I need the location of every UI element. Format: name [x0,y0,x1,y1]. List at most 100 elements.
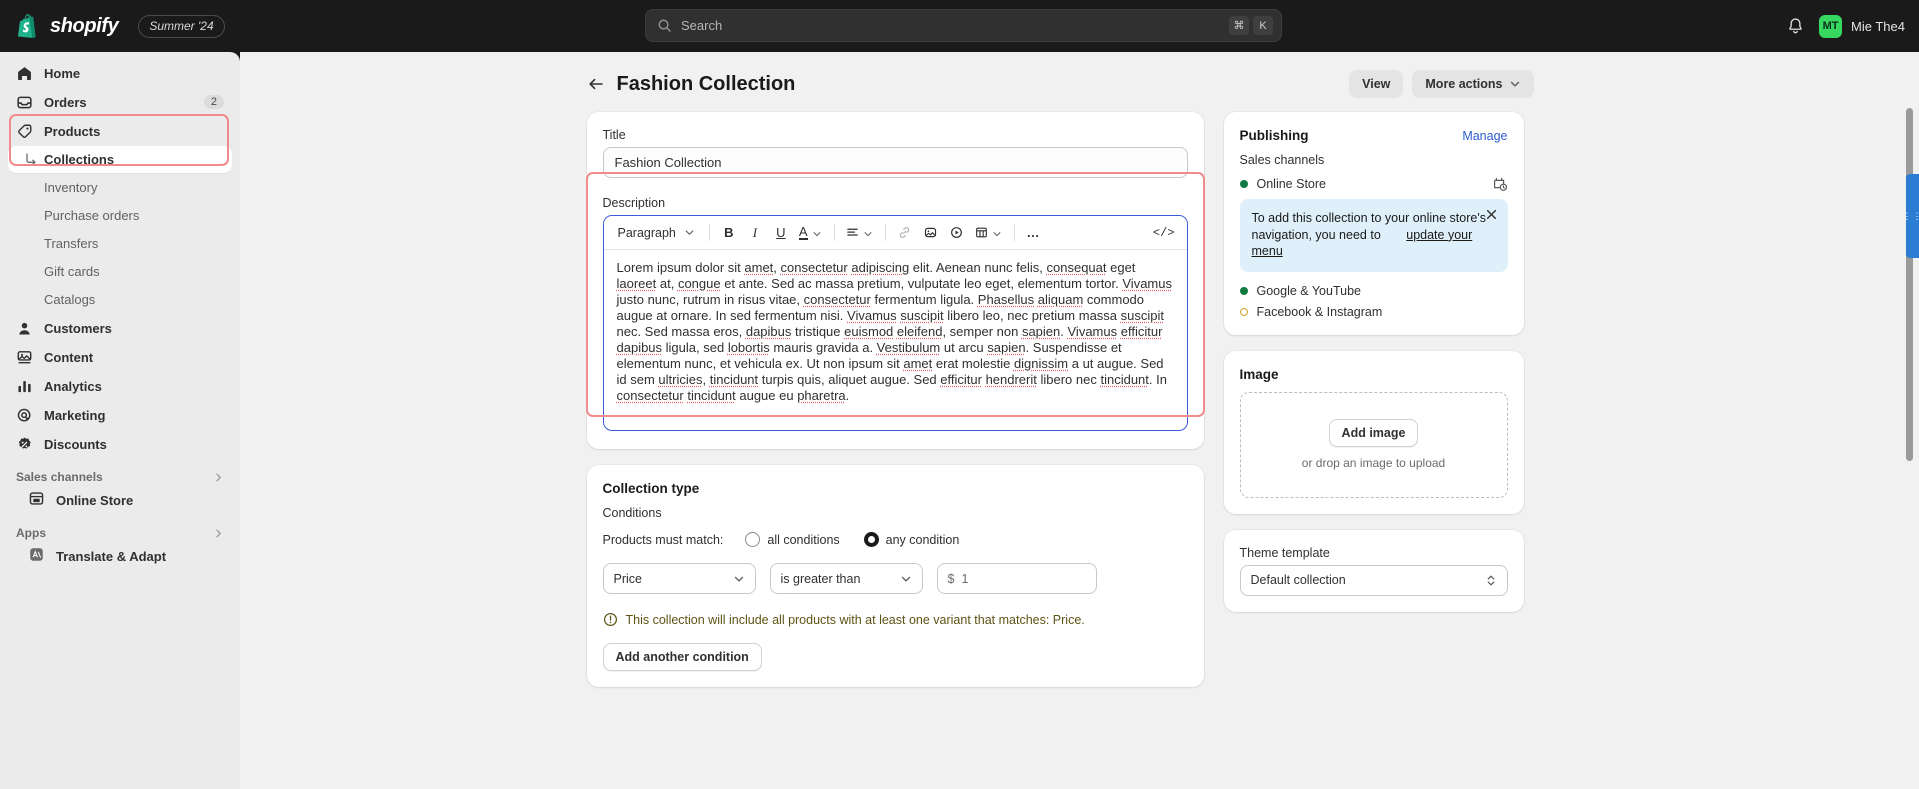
manage-link[interactable]: Manage [1462,129,1507,143]
sidebar-item-catalogs[interactable]: Catalogs [8,286,232,313]
sidebar-item-translate-adapt[interactable]: Translate & Adapt [8,542,232,570]
channel-label: Online Store [1256,177,1326,191]
shopify-brand[interactable]: shopify Summer '24 [18,14,225,38]
sidebar-item-label: Products [44,123,101,139]
sidebar-item-products[interactable]: Products [8,117,232,145]
sidebar-item-label: Collections [44,152,115,167]
add-image-button[interactable]: Add image [1328,419,1419,448]
sidebar-item-gift-cards[interactable]: Gift cards [8,258,232,285]
radio-button[interactable] [863,532,879,547]
block-style-dropdown[interactable]: Paragraph [612,221,702,245]
user-menu[interactable]: MT Mie The4 [1819,14,1905,38]
customers-icon [16,320,35,337]
shortcut-cmd-key: ⌘ [1229,16,1249,35]
sidebar-section-sales-channels[interactable]: Sales channels [16,470,224,484]
season-badge[interactable]: Summer '24 [138,14,225,38]
sales-channels-label: Sales channels [1239,153,1325,167]
add-another-condition-button[interactable]: Add another condition [602,643,762,671]
chevron-down-icon [991,227,1003,239]
sidebar-item-label: Content [44,349,94,365]
video-icon[interactable] [945,221,969,245]
sidebar-item-inventory[interactable]: Inventory [8,174,232,201]
radio-any-condition[interactable]: any condition [863,532,959,547]
store-icon [28,490,47,510]
channel-online-store[interactable]: Online Store [1239,176,1508,192]
sidebar-item-customers[interactable]: Customers [8,314,232,342]
sidebar-item-label: Inventory [44,180,98,195]
underline-button[interactable]: U [769,221,793,245]
radio-all-conditions[interactable]: all conditions [745,532,840,547]
bell-icon[interactable] [1786,17,1805,36]
sidebar-item-collections[interactable]: Collections [8,146,232,173]
chevron-down-icon [684,227,696,239]
orders-count-badge: 2 [203,95,224,109]
sidebar-item-analytics[interactable]: Analytics [8,372,232,400]
chevron-down-icon [1509,78,1521,90]
condition-value-input[interactable]: $ 1 [936,563,1097,594]
condition-operator-select[interactable]: is greater than [769,563,923,594]
condition-field-select[interactable]: Price [602,563,756,594]
sidebar-item-purchase-orders[interactable]: Purchase orders [8,202,232,229]
code-view-button[interactable]: </> [1149,221,1179,245]
title-input[interactable] [602,147,1188,178]
sidebar-item-label: Gift cards [44,264,100,279]
sidebar-item-online-store[interactable]: Online Store [8,486,232,514]
radio-label: all conditions [767,532,840,547]
condition-row: Price is greater than $ 1 [602,563,1188,594]
text-color-button[interactable]: A [795,221,827,245]
sidebar-item-discounts[interactable]: Discounts [8,430,232,458]
sidebar-section-label: Sales channels [16,470,103,484]
scrollbar-thumb[interactable] [1906,108,1913,461]
condition-hint-text: This collection will include all product… [625,612,1085,627]
search-icon [657,18,672,33]
shopify-logo-icon [18,14,40,38]
image-icon[interactable] [919,221,943,245]
align-left-icon[interactable] [842,221,878,245]
content-icon [16,349,35,366]
sidebar-item-marketing[interactable]: Marketing [8,401,232,429]
description-body[interactable]: Lorem ipsum dolor sit amet, consectetur … [604,250,1187,430]
feedback-tab[interactable]: ⋮⋮ [1902,174,1919,258]
currency-symbol: $ [947,571,955,586]
channel-facebook-instagram[interactable]: Facebook & Instagram [1239,305,1508,319]
more-options-button[interactable]: … [1022,221,1046,245]
match-radio-group: Products must match: all conditions any … [603,532,1188,547]
schedule-calendar-icon[interactable] [1492,176,1508,192]
back-arrow-icon[interactable] [587,75,605,93]
collection-type-title: Collection type [602,481,700,496]
subitem-arrow-icon [24,152,38,166]
match-label: Products must match: [602,532,724,547]
sidebar-item-label: Purchase orders [44,208,140,223]
sidebar-item-home[interactable]: Home [8,59,232,87]
theme-template-select[interactable]: Default collection [1239,564,1508,596]
channel-google-youtube[interactable]: Google & YouTube [1239,283,1508,298]
bold-button[interactable]: B [717,221,741,245]
sidebar-item-label: Online Store [56,492,134,508]
description-editor[interactable]: Paragraph B I U A … </> Lorem ipsum dolo… [602,215,1188,431]
sidebar-item-label: Translate & Adapt [56,548,167,564]
more-actions-button[interactable]: More actions [1412,70,1534,98]
search-box[interactable]: Search ⌘ K [645,9,1282,42]
more-actions-label: More actions [1425,77,1503,91]
link-icon[interactable] [893,221,917,245]
sidebar-item-label: Home [44,65,81,81]
page-content: Fashion Collection View More actions Tit… [240,52,1880,703]
sidebar-item-orders[interactable]: Orders 2 [8,88,232,116]
channel-label: Google & YouTube [1256,283,1362,298]
user-name: Mie The4 [1851,18,1905,34]
radio-button[interactable] [745,532,761,547]
grip-icon: ⋮⋮ [1902,210,1919,221]
view-button[interactable]: View [1349,70,1404,98]
search-container[interactable]: Search ⌘ K [645,9,1282,42]
discounts-icon [16,436,35,453]
sidebar-item-transfers[interactable]: Transfers [8,230,232,257]
status-dot [1239,307,1248,316]
sidebar-section-apps[interactable]: Apps [16,526,224,540]
sidebar-item-content[interactable]: Content [8,343,232,371]
table-icon[interactable] [971,221,1007,245]
sidebar-item-label: Catalogs [44,292,96,307]
navigation-banner: To add this collection to your online st… [1239,199,1508,272]
italic-button[interactable]: I [743,221,767,245]
close-icon[interactable] [1485,208,1498,221]
image-dropzone[interactable]: Add image or drop an image to upload [1239,391,1508,498]
